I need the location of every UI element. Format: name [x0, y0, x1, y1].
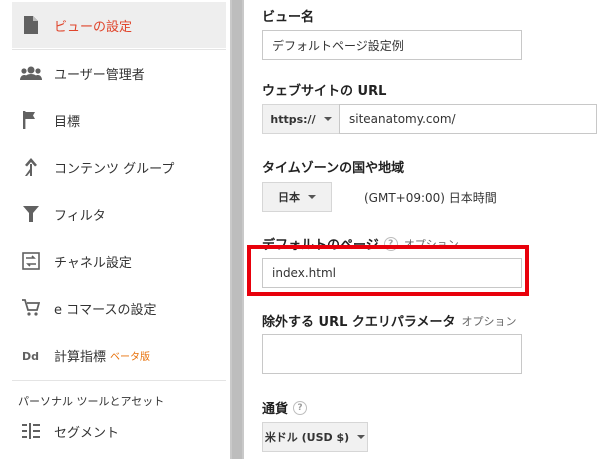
view-name-label: ビュー名: [262, 10, 315, 25]
walk-icon: [20, 156, 42, 178]
beta-badge: ベータ版: [110, 351, 151, 363]
protocol-select[interactable]: https://: [262, 104, 340, 134]
sidebar-item-label: 目標: [54, 114, 81, 130]
cart-icon: [20, 297, 42, 319]
segment-icon: [20, 420, 42, 442]
sidebar-item-label: e コマースの設定: [54, 302, 157, 318]
sidebar-item-label: ユーザー管理者: [54, 67, 145, 83]
scrollbar-thumb[interactable]: [232, 0, 242, 459]
timezone-country-select[interactable]: 日本: [262, 182, 332, 212]
timezone-value: (GMT+09:00) 日本時間: [364, 191, 497, 205]
currency-label: 通貨 ?: [262, 398, 308, 417]
dd-icon: Dd: [20, 344, 42, 366]
sidebar-item-label: コンテンツ グループ: [54, 161, 175, 177]
divider: [12, 380, 226, 381]
sidebar-item-ecommerce-settings[interactable]: e コマースの設定: [12, 285, 226, 331]
svg-text:Dd: Dd: [22, 350, 39, 361]
currency-select[interactable]: 米ドル (USD $): [262, 422, 368, 452]
users-icon: [20, 62, 42, 84]
exclude-params-label: 除外する URL クエリパラメータ オプション: [262, 314, 517, 331]
sidebar-item-user-management[interactable]: ユーザー管理者: [12, 50, 226, 96]
sidebar-item-label: ビューの設定: [54, 19, 133, 35]
optional-tag: オプション: [461, 314, 517, 328]
sidebar-item-content-grouping[interactable]: コンテンツ グループ: [12, 144, 226, 190]
flag-icon: [20, 109, 42, 131]
view-settings-form: ビュー名 ウェブサイトの URL https:// タイムゾーンの国や地域 日本…: [244, 0, 614, 459]
sidebar: ビューの設定 ユーザー管理者 目標 コンテンツ グループ フィルタ チャネル設定: [0, 0, 230, 459]
timezone-label: タイムゾーンの国や地域: [262, 161, 405, 176]
view-name-input[interactable]: [262, 30, 522, 60]
website-url-input[interactable]: [339, 104, 597, 134]
channel-icon: [20, 250, 42, 272]
exclude-params-textarea[interactable]: [262, 334, 522, 374]
chevron-down-icon: [323, 117, 332, 121]
sidebar-item-filters[interactable]: フィルタ: [12, 191, 226, 237]
sidebar-item-label: 計算指標: [54, 349, 107, 365]
sidebar-item-label: フィルタ: [54, 208, 106, 224]
sidebar-item-channel-settings[interactable]: チャネル設定: [12, 238, 226, 284]
highlight-box: [247, 245, 529, 296]
sidebar-item-label: チャネル設定: [54, 255, 132, 271]
sidebar-item-view-settings[interactable]: ビューの設定: [12, 2, 226, 48]
website-url-label: ウェブサイトの URL: [262, 84, 387, 99]
filter-icon: [20, 203, 42, 225]
document-icon: [20, 14, 42, 36]
chevron-down-icon: [357, 435, 366, 439]
sidebar-item-segments[interactable]: セグメント: [12, 408, 226, 454]
section-header: パーソナル ツールとアセット: [18, 395, 165, 408]
sidebar-item-goals[interactable]: 目標: [12, 97, 226, 143]
sidebar-item-calculated-metrics[interactable]: Dd 計算指標 ベータ版: [12, 332, 226, 378]
help-icon[interactable]: ?: [293, 400, 308, 415]
sidebar-item-label: セグメント: [54, 425, 120, 441]
chevron-down-icon: [308, 195, 316, 199]
